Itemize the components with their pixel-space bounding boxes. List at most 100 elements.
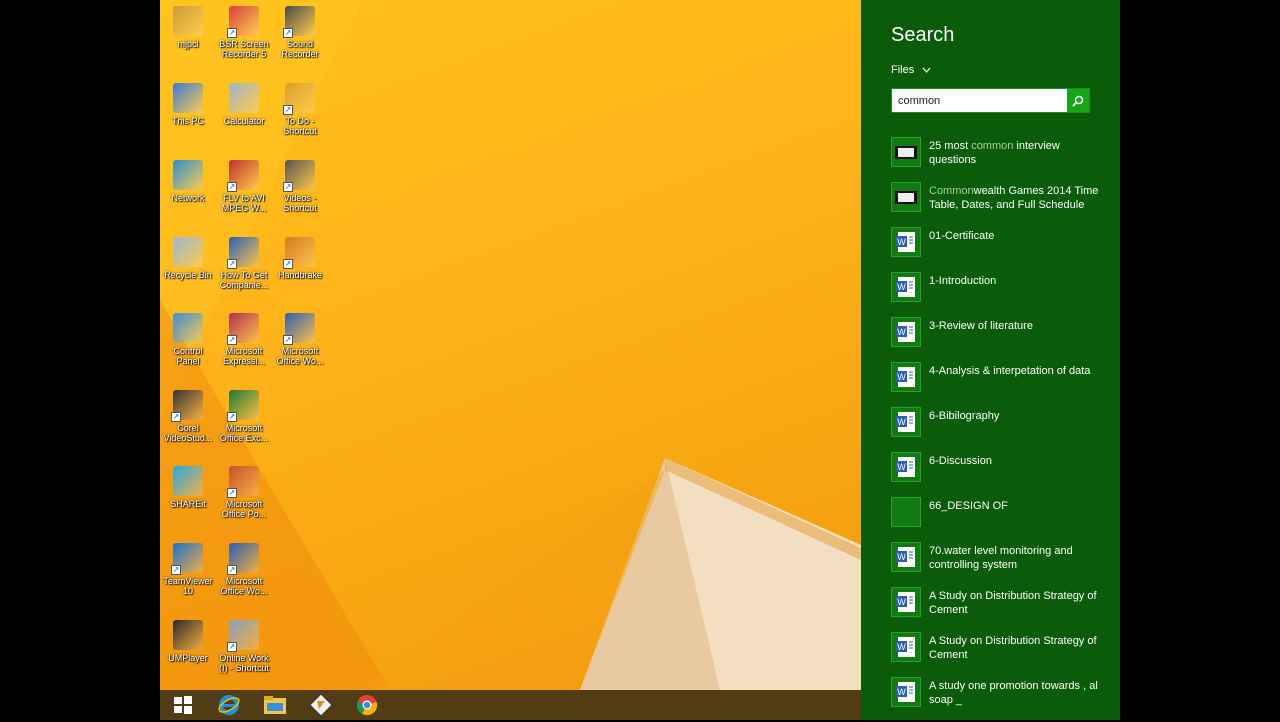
- word-document-icon: W: [891, 407, 921, 437]
- shortcut-arrow-icon: ↗: [227, 259, 237, 269]
- desktop-icon-label: Calculator: [223, 116, 265, 126]
- result-text: 01-Certificate: [929, 230, 995, 242]
- app-shortcut-button[interactable]: [298, 690, 344, 720]
- result-text: A study one promotion towards , al soap …: [929, 680, 1098, 706]
- search-result-item[interactable]: W 1-Introduction: [891, 272, 1111, 317]
- word-document-icon: W: [891, 452, 921, 482]
- search-result-title: 4-Analysis & interpetation of data: [929, 364, 1099, 378]
- search-scope-label: Files: [891, 64, 915, 76]
- desktop-icon-control-panel[interactable]: Control Panel: [160, 309, 216, 383]
- shortcut-arrow-icon: ↗: [227, 565, 237, 575]
- result-text: 25 most: [929, 140, 972, 152]
- shortcut-arrow-icon: ↗: [227, 28, 237, 38]
- result-text: A Study on Distribution Strategy of Ceme…: [929, 590, 1097, 616]
- desktop-icon-microsoft-expression[interactable]: ↗ Microsoft Expressi...: [216, 309, 272, 383]
- desktop-icon-label: Microsoft Expressi...: [222, 346, 265, 366]
- search-result-item[interactable]: W 6-Discussion: [891, 452, 1111, 497]
- search-result-item[interactable]: W 4-Analysis & interpetation of data: [891, 362, 1111, 407]
- shortcut-arrow-icon: ↗: [283, 28, 293, 38]
- desktop-icon-videos-shortcut[interactable]: ↗ Videos - Shortcut: [272, 156, 328, 230]
- internet-explorer-button[interactable]: [206, 690, 252, 720]
- microsoft-office-word-2-icon: ↗: [227, 543, 259, 575]
- search-result-item[interactable]: W 6-Bibilography: [891, 407, 1111, 452]
- result-text: 66_DESIGN OF: [929, 500, 1008, 512]
- internet-explorer-icon: [218, 695, 240, 715]
- search-result-item[interactable]: Commonwealth Games 2014 Time Table, Date…: [891, 182, 1111, 227]
- search-result-item[interactable]: W 70.water level monitoring and controlli…: [891, 542, 1111, 587]
- image-thumbnail-icon: [891, 182, 921, 212]
- desktop-icon-network[interactable]: Network: [160, 156, 216, 230]
- umplayer-icon: [173, 620, 203, 650]
- desktop-icon-label: SHAREit: [170, 499, 206, 509]
- shortcut-arrow-icon: ↗: [283, 259, 293, 269]
- word-document-icon: W: [891, 542, 921, 572]
- desktop-icon-microsoft-office-word-2[interactable]: ↗ Microsoft Office Wo...: [216, 539, 272, 613]
- recycle-bin-icon: [173, 237, 203, 267]
- word-document-icon: W: [891, 227, 921, 257]
- desktop-icon-label: This PC: [171, 116, 204, 126]
- desktop-icon-umplayer[interactable]: UMPlayer: [160, 616, 216, 690]
- result-text: 6-Discussion: [929, 455, 992, 467]
- control-panel-icon: [173, 313, 203, 343]
- start-icon: [174, 696, 192, 714]
- search-input[interactable]: [892, 89, 1067, 112]
- microsoft-office-word-icon: ↗: [283, 313, 315, 345]
- search-result-item[interactable]: W 3-Review of literature: [891, 317, 1111, 362]
- handbrake-icon: ↗: [283, 237, 315, 269]
- desktop-icon-microsoft-office-excel[interactable]: ↗ Microsoft Office Exc...: [216, 386, 272, 460]
- desktop-icon-label: Videos - Shortcut: [283, 193, 317, 213]
- desktop-icon-microsoft-office-word[interactable]: ↗ Microsoft Office Wo...: [272, 309, 328, 383]
- search-result-item[interactable]: W A Study on Distribution Strategy of Cem…: [891, 587, 1111, 632]
- desktop-icon-label: Recycle Bin: [164, 270, 212, 280]
- search-result-title: 6-Discussion: [929, 454, 1099, 468]
- desktop-icon-flv-to-avi[interactable]: ↗ FLV to AVI MPEG W...: [216, 156, 272, 230]
- search-result-title: 3-Review of literature: [929, 319, 1099, 333]
- svg-text:W: W: [897, 597, 906, 607]
- letterbox-left: [0, 0, 160, 720]
- search-result-item[interactable]: 25 most common interview questions: [891, 137, 1111, 182]
- word-document-icon: W: [891, 632, 921, 662]
- desktop-icon-online-work-shortcut[interactable]: ↗ Online Work (I) - Shortcut: [216, 616, 272, 690]
- desktop-icon-todo-shortcut[interactable]: ↗ To Do - Shortcut: [272, 79, 328, 153]
- desktop-icon-shareit[interactable]: SHAREit: [160, 462, 216, 536]
- result-text: 1-Introduction: [929, 275, 997, 287]
- desktop-icon-corel-videostudio[interactable]: ↗ Corel VideoStud...: [160, 386, 216, 460]
- desktop-icon-mjpcl-folder[interactable]: mjpcl: [160, 2, 216, 76]
- desktop-icon-teamviewer[interactable]: ↗ TeamViewer 10: [160, 539, 216, 613]
- desktop-icon-label: Network: [171, 193, 205, 203]
- desktop-icon-calculator[interactable]: Calculator: [216, 79, 272, 153]
- desktop-icon-this-pc[interactable]: This PC: [160, 79, 216, 153]
- start-button[interactable]: [160, 690, 206, 720]
- desktop-icon-label: Handbrake: [277, 270, 323, 280]
- desktop-icon-bsr-screen-recorder[interactable]: ↗ BSR Screen Recorder 5: [216, 2, 272, 76]
- search-result-title: A Study on Distribution Strategy of Ceme…: [929, 634, 1099, 662]
- svg-text:W: W: [897, 462, 906, 472]
- search-result-item[interactable]: W A Study on Distribution Strategy of Cem…: [891, 632, 1111, 677]
- svg-text:W: W: [897, 327, 906, 337]
- videos-shortcut-icon: ↗: [283, 160, 315, 192]
- svg-text:W: W: [897, 552, 906, 562]
- network-icon: [173, 160, 203, 190]
- result-text: 6-Bibilography: [929, 410, 1000, 422]
- image-thumbnail-icon: [891, 137, 921, 167]
- desktop-icon-sound-recorder[interactable]: ↗ Sound Recorder: [272, 2, 328, 76]
- letterbox-right: [1120, 0, 1280, 720]
- desktop-icon-recycle-bin[interactable]: Recycle Bin: [160, 233, 216, 307]
- shortcut-arrow-icon: ↗: [171, 412, 181, 422]
- taskbar: [160, 690, 861, 720]
- result-text: 4-Analysis & interpetation of data: [929, 365, 1091, 377]
- desktop[interactable]: mjpcl ↗ BSR Screen Recorder 5 ↗ Sound Record…: [160, 0, 861, 690]
- search-result-item[interactable]: 66_DESIGN OF: [891, 497, 1111, 542]
- desktop-icon-handbrake[interactable]: ↗ Handbrake: [272, 233, 328, 307]
- shortcut-arrow-icon: ↗: [227, 488, 237, 498]
- file-explorer-button[interactable]: [252, 690, 298, 720]
- search-submit-button[interactable]: [1067, 89, 1089, 112]
- search-result-item[interactable]: W A study one promotion towards , al soap…: [891, 677, 1111, 722]
- search-scope-dropdown[interactable]: Files: [891, 64, 931, 76]
- desktop-icon-microsoft-office-powerpoint[interactable]: ↗ Microsoft Office Po...: [216, 462, 272, 536]
- search-result-item[interactable]: W 01-Certificate: [891, 227, 1111, 272]
- desktop-icon-how-to-get-companies-doc[interactable]: ↗ How To Get Companie...: [216, 233, 272, 307]
- chrome-button[interactable]: [344, 690, 390, 720]
- desktop-icon-label: Microsoft Office Po...: [221, 499, 267, 519]
- result-text: 3-Review of literature: [929, 320, 1033, 332]
